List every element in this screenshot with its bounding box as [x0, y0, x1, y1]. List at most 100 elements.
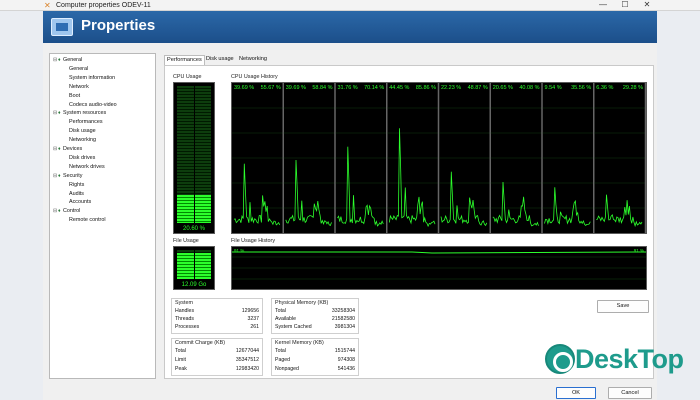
- stats-row: Processes 261: [175, 324, 259, 330]
- tree-item[interactable]: Disk drives: [69, 154, 95, 162]
- cpu-core-peak-value: 58.84 %: [312, 85, 332, 91]
- physical-memory-title: Physical Memory (KB): [275, 300, 329, 306]
- tree-item-label: Disk usage: [69, 128, 96, 135]
- tree-item[interactable]: System information: [69, 74, 115, 82]
- system-stats-title: System: [175, 300, 193, 306]
- tree-item[interactable]: ⊟♦ General: [53, 56, 82, 64]
- cpu-core-peak-value: 85.86 %: [416, 85, 436, 91]
- tree-item[interactable]: Remote control: [69, 216, 106, 224]
- tree-item[interactable]: ⊟♦ Devices: [53, 145, 82, 153]
- tree-item[interactable]: Network drives: [69, 163, 105, 171]
- file-usage-value: 12.09 Go: [181, 282, 207, 288]
- tree-item[interactable]: Networking: [69, 136, 96, 144]
- cpu-history-svg: 39.69 % 55.67 % 39.69 % 58.84 % 31.76 % 70.14…: [232, 83, 646, 233]
- tree-item-label: Performances: [69, 119, 103, 126]
- cpu-core-peak-value: 55.67 %: [261, 85, 281, 91]
- tab-networking[interactable]: Networking: [237, 55, 269, 64]
- tree-item[interactable]: Disk usage: [69, 127, 96, 135]
- tree-item[interactable]: General: [69, 65, 88, 73]
- tree-item-label: Boot: [69, 92, 81, 99]
- cpu-core-trace: [440, 171, 488, 227]
- watermark-text: DeskTop: [575, 344, 684, 374]
- meter-divider: [194, 250, 195, 279]
- physical-memory-box: Physical Memory (KB) Total 33258304 Avail…: [271, 298, 359, 334]
- tree-item-label: Rights: [69, 181, 85, 188]
- tree-item[interactable]: Boot: [69, 92, 80, 100]
- tab-performances[interactable]: Performances: [164, 55, 205, 65]
- cpu-core-trace: [337, 146, 384, 227]
- minimize-icon[interactable]: —: [592, 0, 614, 10]
- cpu-core-panel: 39.69 % 58.84 %: [283, 83, 336, 233]
- navigation-tree: ⊟♦ General General System information Networ…: [49, 53, 156, 379]
- tree-item[interactable]: ⊟♦ Control: [53, 207, 80, 215]
- tree-item-label: Network: [69, 83, 89, 90]
- tree-item-label: Disk drives: [69, 154, 96, 161]
- stats-row: Nonpaged 541436: [275, 366, 355, 372]
- tree-item-label: General: [63, 57, 83, 63]
- kernel-memory-box: Kernel Memory (KB) Total 1515744 Paged 974…: [271, 338, 359, 376]
- cpu-history-label: CPU Usage History: [231, 74, 278, 80]
- cpu-core-trace: [544, 187, 591, 226]
- cpu-core-peak-value: 35.56 %: [571, 85, 591, 91]
- file-usage-meter: 12.09 Go: [173, 246, 215, 290]
- tree-item-label: System resources: [63, 110, 107, 117]
- file-history-left-value: 91 %: [234, 248, 244, 253]
- watermark-logo-icon: [545, 344, 575, 374]
- cpu-core-current-value: 39.69 %: [286, 85, 306, 91]
- cpu-core-peak-value: 70.14 %: [364, 85, 384, 91]
- tree-item[interactable]: Network: [69, 83, 89, 91]
- stats-row: System Cached 3981304: [275, 324, 355, 330]
- cpu-core-current-value: 9.54 %: [545, 85, 562, 91]
- tab-disk-usage[interactable]: Disk usage: [204, 55, 236, 64]
- cpu-core-current-value: 6.36 %: [596, 85, 613, 91]
- window-title: Computer properties ODEV-11: [56, 2, 151, 9]
- tree-item[interactable]: Codecs audio-video: [69, 101, 117, 109]
- stats-row: Total 12677044: [175, 348, 259, 354]
- cpu-usage-value: 20.60 %: [182, 226, 206, 232]
- cpu-core-peak-value: 40.08 %: [519, 85, 539, 91]
- computer-icon: [51, 18, 73, 36]
- tree-item[interactable]: ⊟♦ System resources: [53, 109, 106, 117]
- file-history-right-value: 91 %: [634, 248, 644, 253]
- title-bar: ✕ Computer properties ODEV-11 — ☐ ✕: [0, 0, 700, 11]
- cpu-core-panel: 9.54 % 35.56 %: [542, 83, 595, 233]
- desktop-watermark: DeskTop: [545, 342, 700, 382]
- cpu-core-panel: 39.69 % 55.67 %: [232, 83, 284, 233]
- tree-item-label: Audits: [69, 190, 84, 197]
- close-icon[interactable]: ✕: [636, 0, 658, 10]
- tree-item[interactable]: Rights: [69, 181, 84, 189]
- cpu-history-graph: 39.69 % 55.67 % 39.69 % 58.84 % 31.76 % 70.14…: [231, 82, 647, 234]
- tree-item[interactable]: ⊟♦ Security: [53, 172, 82, 180]
- cpu-core-peak-value: 48.87 %: [468, 85, 488, 91]
- cpu-core-trace: [596, 194, 643, 228]
- save-button[interactable]: Save: [597, 300, 649, 313]
- stats-row: Paged 974308: [275, 357, 355, 363]
- cpu-usage-label: CPU Usage: [173, 74, 202, 80]
- commit-charge-title: Commit Charge (KB): [175, 340, 226, 346]
- cpu-core-peak-value: 29.28 %: [623, 85, 643, 91]
- cancel-button[interactable]: Cancel: [608, 387, 652, 399]
- cpu-core-panel: 31.76 % 70.14 %: [335, 83, 388, 233]
- cpu-core-current-value: 39.69 %: [234, 85, 254, 91]
- tree-item-label: System information: [69, 74, 116, 81]
- tree-item-label: Devices: [63, 146, 83, 152]
- ok-button[interactable]: OK: [556, 387, 596, 399]
- system-stats-box: System Handles 129656 Threads 3237 Process…: [171, 298, 263, 334]
- cpu-core-current-value: 31.76 %: [338, 85, 358, 91]
- tree-item[interactable]: Audits: [69, 190, 84, 198]
- tree-item-label: Remote control: [69, 217, 106, 224]
- stats-row: Total 33258304: [275, 308, 355, 314]
- cpu-core-current-value: 22.23 %: [441, 85, 461, 91]
- cpu-core-panel: 44.45 % 85.86 %: [387, 83, 440, 233]
- file-usage-label: File Usage: [173, 238, 199, 244]
- cpu-core-trace: [492, 181, 539, 227]
- file-history-label: File Usage History: [231, 238, 276, 244]
- tree-item-label: Accounts: [69, 199, 92, 206]
- tree-item[interactable]: Performances: [69, 118, 103, 126]
- maximize-icon[interactable]: ☐: [614, 0, 636, 10]
- tree-item-label: Security: [63, 172, 83, 179]
- tree-item[interactable]: Accounts: [69, 198, 91, 206]
- stats-row: Threads 3237: [175, 316, 259, 322]
- cpu-core-panel: 20.65 % 40.08 %: [490, 83, 543, 233]
- performances-panel: CPU Usage 20.60 % CPU Usage History 39.6…: [164, 65, 654, 379]
